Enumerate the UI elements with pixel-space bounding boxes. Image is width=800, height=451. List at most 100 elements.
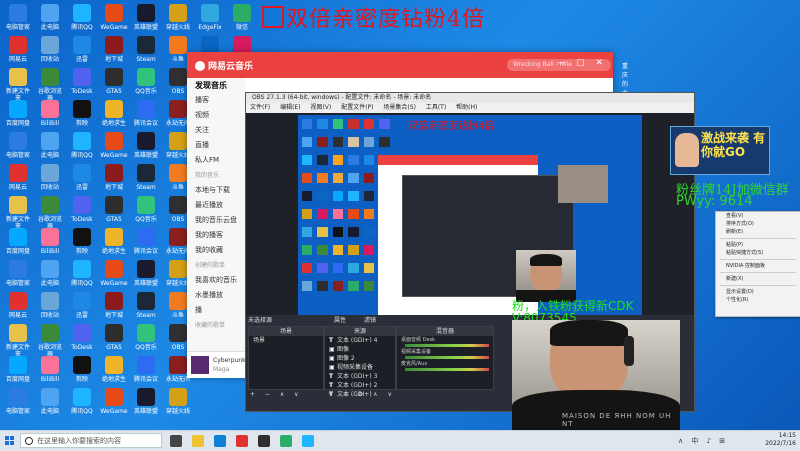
desktop-icon[interactable]: ToDesk bbox=[68, 196, 96, 228]
sidebar-item-playlist-2[interactable]: 播 bbox=[187, 303, 245, 318]
sidebar-item-playlist[interactable]: 水墨播放 bbox=[187, 288, 245, 303]
desktop-icon[interactable]: 地下城 bbox=[100, 292, 128, 324]
desktop-icon[interactable]: 剪映 bbox=[68, 228, 96, 260]
menu-edit[interactable]: 编辑(E) bbox=[280, 104, 300, 111]
desktop-icon[interactable]: GTA5 bbox=[100, 196, 128, 228]
desktop-icon[interactable]: 腾讯会议 bbox=[132, 228, 160, 260]
desktop-icon[interactable]: WeGame bbox=[100, 260, 128, 292]
sidebar-item-cloud[interactable]: 我的音乐云盘 bbox=[187, 213, 245, 228]
desktop-icon[interactable]: QQ音乐 bbox=[132, 324, 160, 356]
menu-tools[interactable]: 工具(T) bbox=[426, 104, 446, 111]
desktop-icon[interactable]: 百度网盘 bbox=[4, 356, 32, 388]
sidebar-item-local[interactable]: 本地与下载 bbox=[187, 183, 245, 198]
menu-profile[interactable]: 配置文件(P) bbox=[341, 104, 373, 111]
sidebar-item-live[interactable]: 直播 bbox=[187, 138, 245, 153]
mixer-channel[interactable]: 视频采集设备 bbox=[397, 348, 493, 360]
desktop-icon[interactable]: ToDesk bbox=[68, 68, 96, 100]
desktop-icon[interactable]: Steam bbox=[132, 164, 160, 196]
desktop-icon[interactable]: QQ音乐 bbox=[132, 68, 160, 100]
desktop-icon[interactable]: 腾讯QQ bbox=[68, 4, 96, 36]
desktop-icon[interactable]: 迅雷 bbox=[68, 164, 96, 196]
desktop-icon[interactable]: 腾讯QQ bbox=[68, 260, 96, 292]
desktop-icon[interactable]: 回收站 bbox=[36, 36, 64, 68]
desktop-icon[interactable]: 迅雷 bbox=[68, 292, 96, 324]
desktop-icon[interactable]: 电脑管家 bbox=[4, 132, 32, 164]
menu-item-paste-shortcut[interactable]: 粘贴快捷方式(S) bbox=[716, 249, 800, 257]
desktop-icon[interactable]: EdgeFix bbox=[196, 4, 224, 36]
sidebar-item-podcast[interactable]: 播客 bbox=[187, 93, 245, 108]
sidebar-item-video[interactable]: 视频 bbox=[187, 108, 245, 123]
properties-tab[interactable]: 属性 bbox=[334, 315, 346, 324]
source-item[interactable]: T 文本 (GDI+) 2 bbox=[325, 381, 395, 390]
sidebar-item-follow[interactable]: 关注 bbox=[187, 123, 245, 138]
desktop-icon[interactable]: 剪映 bbox=[68, 356, 96, 388]
desktop-icon[interactable]: 网易云 bbox=[4, 292, 32, 324]
menu-help[interactable]: 帮助(H) bbox=[456, 104, 477, 111]
menu-item-personalize[interactable]: 个性化(R) bbox=[716, 296, 800, 304]
start-button[interactable] bbox=[5, 436, 15, 446]
menu-item-new[interactable]: 新建(X) bbox=[716, 275, 800, 283]
desktop-icon[interactable]: 回收站 bbox=[36, 164, 64, 196]
desktop-icon[interactable]: 英雄联盟 bbox=[132, 4, 160, 36]
desktop-icon[interactable]: WeGame bbox=[100, 4, 128, 36]
menu-item-view[interactable]: 查看(V) bbox=[716, 212, 800, 220]
desktop-icon[interactable]: 穿越火线 bbox=[164, 4, 192, 36]
desktop-icon[interactable]: 网易云 bbox=[4, 164, 32, 196]
desktop-icon[interactable]: 绝地求生 bbox=[100, 228, 128, 260]
menu-view[interactable]: 视图(V) bbox=[310, 104, 331, 111]
source-controls[interactable]: + − ⚙ ∧ ∨ bbox=[328, 391, 396, 398]
sidebar-item-fm[interactable]: 私人FM bbox=[187, 153, 245, 168]
task-view-icon[interactable] bbox=[170, 435, 182, 447]
volume-meter[interactable] bbox=[405, 368, 489, 371]
desktop-icon[interactable]: 腾讯会议 bbox=[132, 356, 160, 388]
sidebar-item-recent[interactable]: 最近播放 bbox=[187, 198, 245, 213]
source-item[interactable]: ▣ 视频采集设备 bbox=[325, 363, 395, 372]
desktop-icon[interactable]: 此电脑 bbox=[36, 132, 64, 164]
desktop-icon[interactable]: 新建文件夹 bbox=[4, 324, 32, 356]
desktop-icon[interactable]: GTA5 bbox=[100, 324, 128, 356]
desktop-icon[interactable]: 剪映 bbox=[68, 100, 96, 132]
desktop-icon[interactable]: 迅雷 bbox=[68, 36, 96, 68]
source-item[interactable]: ▣ 图像 bbox=[325, 345, 395, 354]
desktop-icon[interactable]: 回收站 bbox=[36, 292, 64, 324]
desktop-icon[interactable]: Steam bbox=[132, 292, 160, 324]
source-item[interactable]: ▣ 图像 2 bbox=[325, 354, 395, 363]
clock[interactable]: 14:15 2022/7/16 bbox=[765, 432, 796, 448]
menu-file[interactable]: 文件(F) bbox=[250, 104, 270, 111]
menu-item-paste[interactable]: 粘贴(P) bbox=[716, 241, 800, 249]
filters-tab[interactable]: 滤镜 bbox=[364, 315, 376, 324]
sidebar-item-my-podcast[interactable]: 我的播客 bbox=[187, 228, 245, 243]
desktop-icon[interactable]: 电脑管家 bbox=[4, 4, 32, 36]
desktop-icon[interactable]: GTA5 bbox=[100, 68, 128, 100]
desktop-icon[interactable]: 腾讯QQ bbox=[68, 388, 96, 420]
desktop-icon[interactable]: WeGame bbox=[100, 132, 128, 164]
desktop-icon[interactable]: 绝地求生 bbox=[100, 356, 128, 388]
system-tray[interactable]: ∧ 中 ♪ ⊞ bbox=[678, 436, 728, 446]
desktop-icon[interactable]: 英雄联盟 bbox=[132, 388, 160, 420]
desktop-icon[interactable]: ToDesk bbox=[68, 324, 96, 356]
netease-taskbar-icon[interactable] bbox=[236, 435, 248, 447]
edge-icon[interactable] bbox=[214, 435, 226, 447]
desktop-icon[interactable]: 百度网盘 bbox=[4, 100, 32, 132]
desktop-icon[interactable]: 谷歌浏览器 bbox=[36, 68, 64, 100]
desktop-icon[interactable]: 腾讯QQ bbox=[68, 132, 96, 164]
menu-item-sort[interactable]: 排序方式(O) bbox=[716, 220, 800, 228]
desktop-icon[interactable]: 百度网盘 bbox=[4, 228, 32, 260]
desktop-icon[interactable]: 此电脑 bbox=[36, 4, 64, 36]
desktop-icon[interactable]: 地下城 bbox=[100, 36, 128, 68]
wechat-taskbar-icon[interactable] bbox=[280, 435, 292, 447]
volume-meter[interactable] bbox=[405, 356, 489, 359]
desktop-icon[interactable]: Steam bbox=[132, 36, 160, 68]
desktop-icon[interactable]: 绝地求生 bbox=[100, 100, 128, 132]
obs-preview[interactable]: 双倍亲密度钻粉4倍 bbox=[246, 113, 694, 321]
volume-meter[interactable] bbox=[405, 344, 489, 347]
menu-item-nvidia[interactable]: NVIDIA 控制面板 bbox=[716, 262, 800, 270]
desktop-icon[interactable]: 电脑管家 bbox=[4, 388, 32, 420]
sidebar-item-discover[interactable]: 发现音乐 bbox=[187, 78, 245, 93]
taskbar-search-input[interactable]: 在这里输入你要搜索的内容 bbox=[20, 433, 162, 448]
desktop-icon[interactable]: 新建文件夹 bbox=[4, 68, 32, 100]
desktop-icon[interactable]: 谷歌浏览器 bbox=[36, 324, 64, 356]
scene-item[interactable]: 场景 bbox=[249, 336, 323, 345]
desktop-icon[interactable]: BiliBili bbox=[36, 356, 64, 388]
qq-taskbar-icon[interactable] bbox=[302, 435, 314, 447]
